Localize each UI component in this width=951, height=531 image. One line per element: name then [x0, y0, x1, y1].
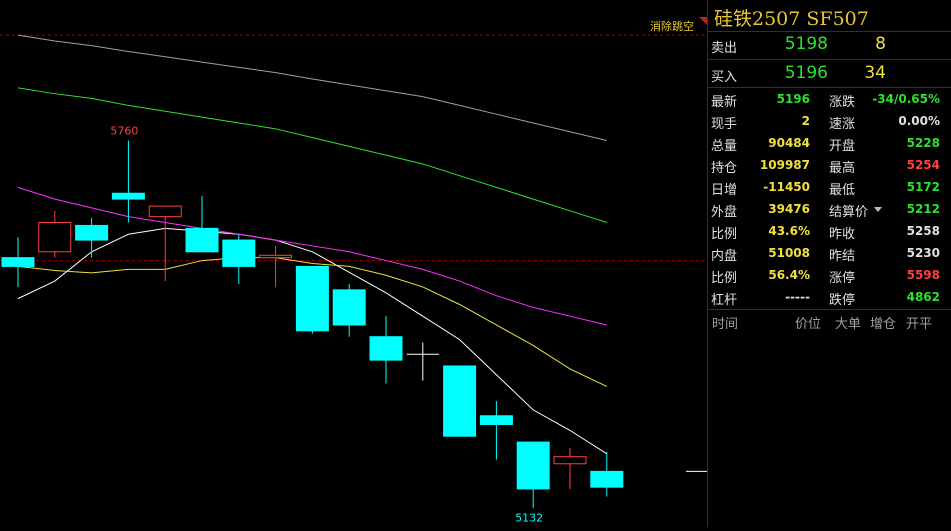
stat-label: 开盘	[829, 139, 856, 154]
stat-label: 杠杆	[711, 293, 738, 308]
moving-average-line	[17, 227, 608, 455]
candlestick-chart[interactable]: 5760 5132	[0, 0, 707, 527]
tick-header-open-close: 开平	[906, 317, 933, 332]
stat-value: 5172	[906, 180, 940, 194]
stat-label: 涨跌	[829, 95, 856, 110]
high-price-label: 5760	[110, 125, 138, 138]
candle-body	[516, 441, 550, 490]
low-price-label: 5132	[515, 511, 543, 524]
candle-body	[479, 415, 513, 426]
stat-value: 5598	[906, 268, 940, 282]
moving-average-line	[17, 87, 607, 223]
chart-canvas: 5760 5132	[0, 34, 707, 524]
stat-value: -----	[785, 290, 810, 304]
candle-body	[75, 224, 109, 241]
instrument-title: 硅铁2507 SF507	[714, 8, 869, 30]
stat-value: 5258	[906, 224, 940, 238]
stat-label: 日增	[711, 183, 738, 198]
tick-header-price: 价位	[795, 317, 822, 332]
buy-volume: 34	[864, 63, 886, 83]
tick-header-bigorder: 大单	[835, 317, 862, 332]
stat-value: 5254	[906, 158, 940, 172]
stat-label: 昨结	[829, 249, 856, 264]
sell-label: 卖出	[711, 41, 738, 56]
candle-body	[295, 265, 329, 332]
divider	[708, 31, 951, 32]
candle-body	[185, 227, 219, 253]
tick-header-time: 时间	[712, 317, 739, 332]
tick-header-oi-change: 增仓	[870, 317, 897, 332]
divider	[708, 309, 951, 310]
stat-label: 持仓	[711, 161, 738, 176]
candle-body	[443, 365, 477, 437]
stat-value: 109987	[759, 158, 810, 172]
candle-body	[38, 222, 72, 253]
stat-label: 现手	[711, 117, 738, 132]
stat-value: 5230	[906, 246, 940, 260]
stat-label: 比例	[711, 271, 738, 286]
stat-value: 5228	[906, 136, 940, 150]
settlement-dropdown-icon[interactable]	[874, 207, 882, 212]
stat-label: 内盘	[711, 249, 738, 264]
stat-label: 最高	[829, 161, 856, 176]
candle-body	[111, 192, 145, 200]
stat-label: 昨收	[829, 227, 856, 242]
gap-removal-label[interactable]: 消除跳空	[650, 18, 694, 34]
buy-price[interactable]: 5196	[774, 63, 828, 83]
candle-body	[553, 456, 587, 465]
stat-label: 总量	[711, 139, 738, 154]
stat-label: 结算价	[829, 205, 869, 220]
stat-value: 2	[801, 114, 810, 128]
stat-label: 跌停	[829, 293, 856, 308]
stat-value: -11450	[763, 180, 810, 194]
candle-body	[369, 336, 403, 361]
candle-body	[590, 470, 624, 488]
candle-body	[259, 254, 293, 259]
divider	[708, 87, 951, 88]
candle-body	[332, 289, 366, 326]
stat-label: 比例	[711, 227, 738, 242]
buy-label: 买入	[711, 70, 738, 85]
stat-value: 4862	[906, 290, 940, 304]
stat-value: 51008	[768, 246, 810, 260]
quote-panel: 硅铁2507 SF507 卖出 5198 8 买入 5196 34 最新 5196…	[707, 0, 951, 527]
sell-price[interactable]: 5198	[774, 34, 828, 54]
stat-label: 外盘	[711, 205, 738, 220]
stat-value: 43.6%	[768, 224, 810, 238]
candle-body	[222, 239, 256, 267]
stat-label: 涨停	[829, 271, 856, 286]
stat-label: 速涨	[829, 117, 856, 132]
sell-volume: 8	[875, 34, 886, 54]
stat-label: 最低	[829, 183, 856, 198]
stat-value: 0.00%	[898, 114, 940, 128]
stat-value: -34/0.65%	[872, 92, 940, 106]
stat-value: 56.4%	[768, 268, 810, 282]
stat-label: 最新	[711, 95, 738, 110]
candle-body	[148, 205, 182, 218]
moving-average-line	[17, 34, 607, 142]
panel-marker-icon	[699, 17, 707, 25]
divider	[708, 59, 951, 60]
stat-value: 5196	[776, 92, 810, 106]
stat-value: 90484	[768, 136, 810, 150]
candle-body	[1, 257, 35, 267]
stat-value: 39476	[768, 202, 810, 216]
